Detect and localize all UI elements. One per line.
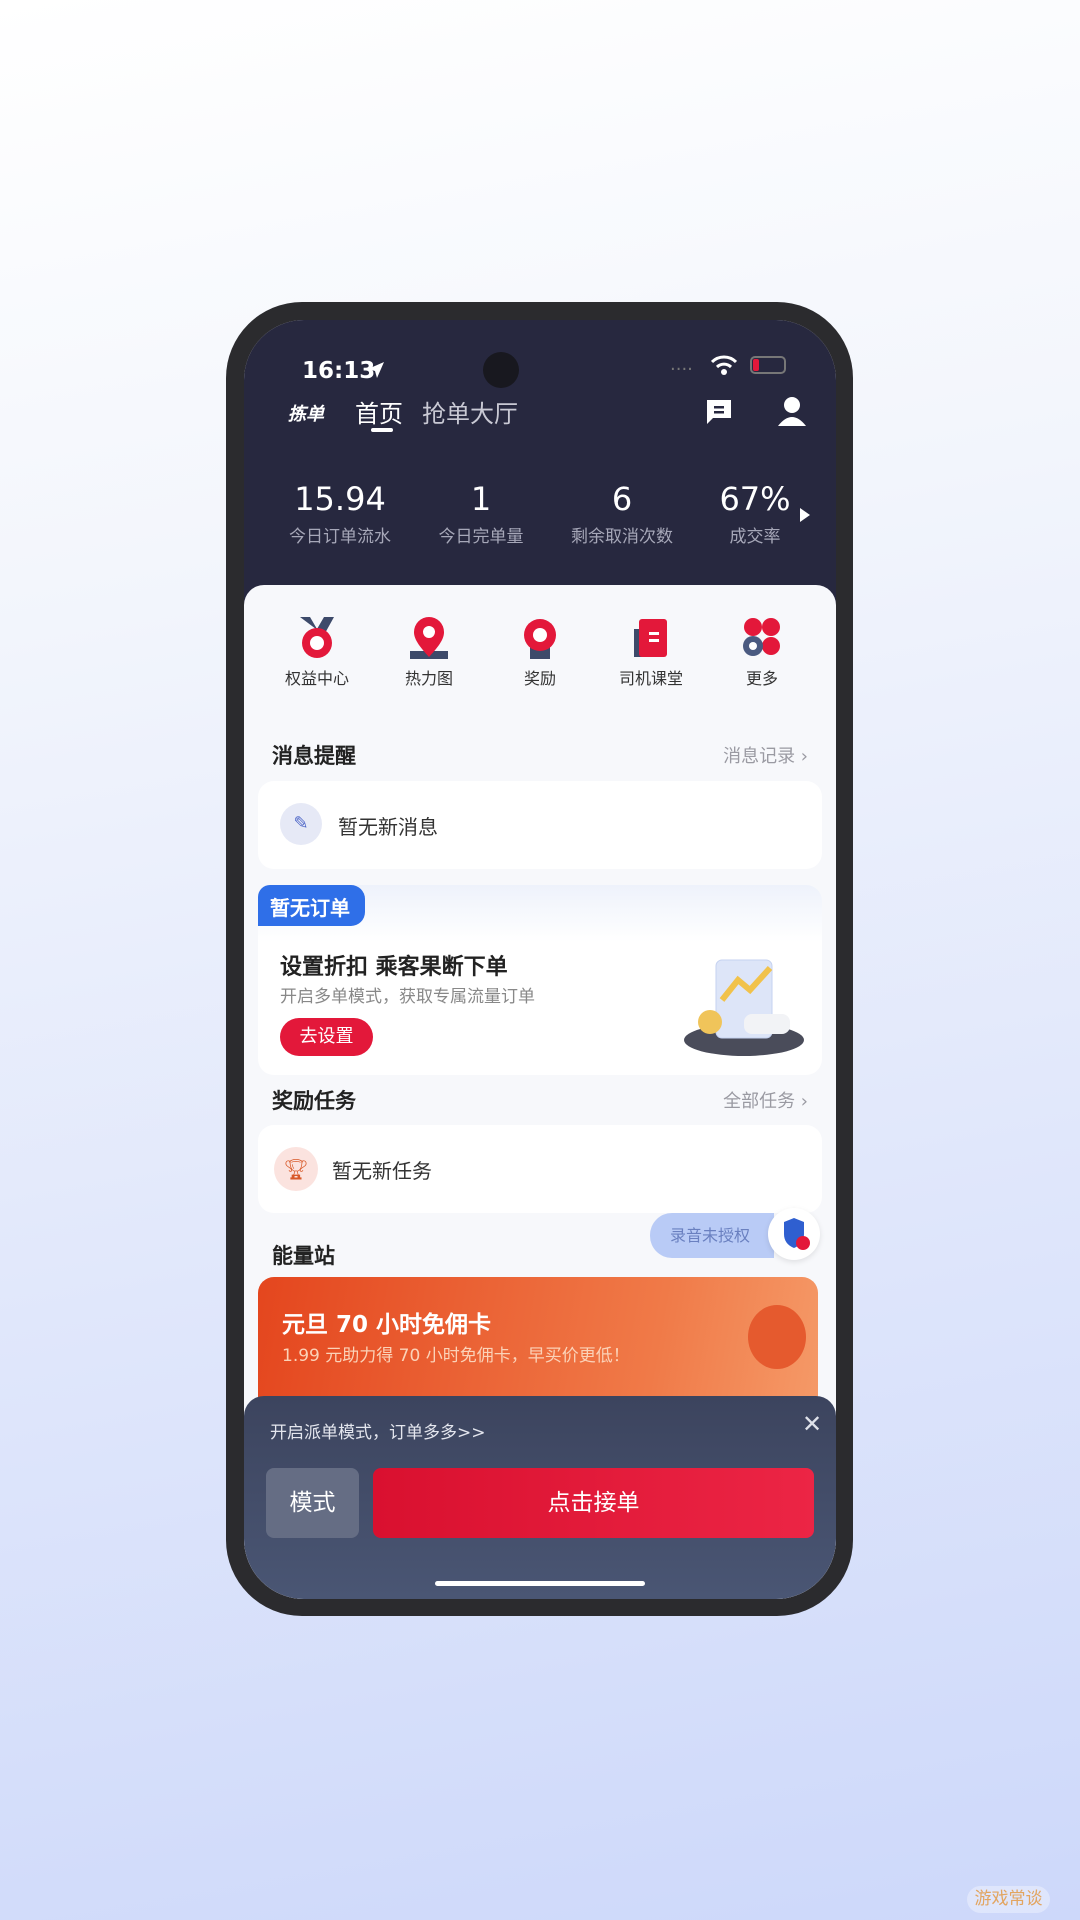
app-logo: 拣单 bbox=[288, 404, 324, 425]
battery-icon bbox=[750, 356, 786, 374]
shortcut-more[interactable]: 更多 bbox=[707, 615, 817, 689]
app-screen: 16:13 .... 拣单 首页 抢单大厅 15.94 今日订单流水 1 今日完单量… bbox=[244, 320, 836, 1599]
map-pin-icon bbox=[410, 617, 448, 659]
award-icon bbox=[524, 619, 556, 659]
no-order-badge: 暂无订单 bbox=[258, 885, 365, 926]
stat-revenue[interactable]: 15.94 今日订单流水 bbox=[280, 480, 400, 547]
banner-title: 元旦 70 小时免佣卡 bbox=[282, 1312, 492, 1338]
message-history-link[interactable]: 消息记录 › bbox=[723, 742, 808, 768]
status-time: 16:13 bbox=[302, 358, 376, 384]
accept-order-sheet: 开启派单模式，订单多多>> ✕ 模式 点击接单 bbox=[244, 1396, 836, 1599]
trophy-icon: 🏆︎ bbox=[274, 1147, 318, 1191]
camera-cutout bbox=[483, 352, 519, 388]
more-icon bbox=[743, 618, 780, 656]
task-card[interactable]: 🏆︎ 暂无新任务 bbox=[258, 1125, 822, 1213]
shortcut-row: 权益中心 热力图 奖励 司机课堂 更多 bbox=[244, 615, 836, 725]
energy-title: 能量站 bbox=[272, 1244, 335, 1268]
messages-title: 消息提醒 bbox=[272, 744, 356, 768]
home-indicator bbox=[435, 1581, 645, 1586]
bell-icon: ✎ bbox=[280, 803, 322, 845]
stat-deal-rate[interactable]: 67% 成交率 bbox=[695, 480, 815, 547]
tab-order-hall[interactable]: 抢单大厅 bbox=[422, 394, 518, 429]
shortcut-driver-class[interactable]: 司机课堂 bbox=[596, 615, 706, 689]
accept-order-button[interactable]: 点击接单 bbox=[373, 1468, 814, 1538]
message-icon[interactable] bbox=[705, 398, 733, 426]
tab-indicator bbox=[371, 428, 393, 432]
header: 16:13 .... 拣单 首页 抢单大厅 15.94 今日订单流水 1 今日完单量… bbox=[244, 320, 836, 620]
medal-icon bbox=[300, 617, 334, 658]
shortcut-rewards[interactable]: 奖励 bbox=[485, 615, 595, 689]
mode-button[interactable]: 模式 bbox=[266, 1468, 359, 1538]
shortcut-heatmap[interactable]: 热力图 bbox=[374, 615, 484, 689]
tasks-title: 奖励任务 bbox=[272, 1089, 356, 1113]
close-icon[interactable]: ✕ bbox=[802, 1410, 822, 1438]
message-empty-text: 暂无新消息 bbox=[338, 815, 438, 839]
wifi-icon bbox=[711, 355, 737, 375]
signal-indicator: .... bbox=[670, 354, 693, 375]
book-icon bbox=[634, 619, 667, 657]
recording-unauthorized-pill[interactable]: 录音未授权 bbox=[650, 1213, 774, 1258]
message-card[interactable]: ✎ 暂无新消息 bbox=[258, 781, 822, 869]
user-icon[interactable] bbox=[778, 396, 806, 426]
stat-cancels-left[interactable]: 6 剩余取消次数 bbox=[552, 480, 692, 547]
stat-completed[interactable]: 1 今日完单量 bbox=[421, 480, 541, 547]
watermark: 游戏常谈 bbox=[967, 1886, 1050, 1913]
tab-home[interactable]: 首页 bbox=[355, 394, 403, 429]
shield-alert-icon bbox=[784, 1218, 810, 1250]
shortcut-benefits[interactable]: 权益中心 bbox=[262, 615, 372, 689]
banner-subtitle: 1.99 元助力得 70 小时免佣卡，早买价更低！ bbox=[282, 1346, 630, 1366]
shield-button[interactable] bbox=[768, 1208, 820, 1260]
task-empty-text: 暂无新任务 bbox=[332, 1159, 432, 1183]
promo-title: 设置折扣 乘客果断下单 bbox=[280, 955, 508, 980]
lantern-decoration bbox=[748, 1305, 806, 1369]
order-promo-card[interactable]: 暂无订单 设置折扣 乘客果断下单 开启多单模式，获取专属流量订单 去设置 bbox=[258, 885, 822, 1075]
go-settings-button[interactable]: 去设置 bbox=[280, 1018, 373, 1056]
promo-subtitle: 开启多单模式，获取专属流量订单 bbox=[280, 987, 535, 1007]
growth-illustration bbox=[684, 959, 804, 1056]
location-arrow-icon bbox=[368, 362, 384, 378]
all-tasks-link[interactable]: 全部任务 › bbox=[723, 1087, 808, 1113]
dispatch-mode-tip[interactable]: 开启派单模式，订单多多>> bbox=[270, 1418, 486, 1443]
chevron-right-icon[interactable] bbox=[800, 508, 810, 522]
stats-row: 15.94 今日订单流水 1 今日完单量 6 剩余取消次数 67% 成交率 bbox=[244, 480, 836, 570]
